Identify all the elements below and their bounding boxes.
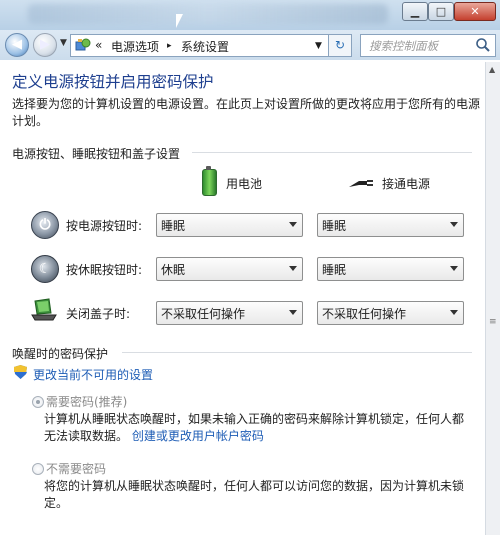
sleep-button-battery-select[interactable]: 休眠 <box>156 257 303 281</box>
search-icon[interactable] <box>475 37 491 53</box>
address-bar[interactable]: « 电源选项 ▸ 系统设置 ▼ <box>70 34 352 57</box>
breadcrumb-system-settings[interactable]: 系统设置 <box>181 38 229 55</box>
require-password-radio[interactable] <box>32 396 44 408</box>
require-password-label: 需要密码(推荐) <box>46 395 128 409</box>
close-button[interactable]: ✕ <box>454 2 496 21</box>
breadcrumb-overflow[interactable]: « <box>95 38 102 52</box>
chevron-down-icon <box>289 310 297 315</box>
laptop-lid-icon <box>31 298 57 321</box>
sleep-button-icon: ☾ <box>31 255 59 283</box>
control-panel-icon <box>75 38 91 51</box>
blurred-title-area <box>28 4 388 24</box>
vertical-scrollbar[interactable]: ▲ ≡ <box>485 62 500 535</box>
chevron-down-icon <box>289 266 297 271</box>
create-password-link[interactable]: 创建或更改用户帐户密码 <box>132 429 264 443</box>
select-value: 不采取任何操作 <box>322 307 407 321</box>
section-heading-password: 唤醒时的密码保护 <box>12 347 109 361</box>
address-dropdown-icon[interactable]: ▼ <box>315 41 322 51</box>
search-box[interactable]: 搜索控制面板 <box>360 34 496 57</box>
no-password-radio[interactable] <box>32 463 44 475</box>
back-button[interactable]: ◀ <box>5 33 29 57</box>
chevron-down-icon <box>450 266 458 271</box>
no-password-description: 将您的计算机从睡眠状态唤醒时，任何人都可以访问您的数据，因为计算机未锁定。 <box>44 479 465 510</box>
minimize-button[interactable]: ▁ <box>402 2 428 21</box>
row-label-close-lid: 关闭盖子时: <box>66 307 131 321</box>
scrollbar-grip-icon[interactable]: ≡ <box>489 317 497 327</box>
navigation-bar: ◀ ▶ ▼ « 电源选项 ▸ 系统设置 ▼ ↻ 搜索控制面板 <box>0 30 500 60</box>
select-value: 睡眠 <box>161 219 186 233</box>
refresh-button[interactable]: ↻ <box>328 34 352 57</box>
search-input[interactable]: 搜索控制面板 <box>369 38 438 54</box>
power-button-battery-select[interactable]: 睡眠 <box>156 213 303 237</box>
close-lid-battery-select[interactable]: 不采取任何操作 <box>156 301 303 325</box>
scroll-up-icon[interactable]: ▲ <box>489 65 495 74</box>
uac-shield-icon <box>14 365 27 379</box>
select-value: 睡眠 <box>322 219 347 233</box>
breadcrumb-separator-icon[interactable]: ▸ <box>167 41 172 51</box>
battery-icon <box>202 166 217 196</box>
recent-pages-dropdown-icon[interactable]: ▼ <box>60 38 67 48</box>
chevron-down-icon <box>450 310 458 315</box>
section-heading-buttons: 电源按钮、睡眠按钮和盖子设置 <box>12 147 181 161</box>
change-unavailable-settings-link[interactable]: 更改当前不可用的设置 <box>33 366 153 383</box>
select-value: 休眠 <box>161 263 186 277</box>
window-title-bar: ▁ □ ✕ <box>0 0 500 30</box>
page-description: 选择要为您的计算机设置的电源设置。在此页上对设置所做的更改将应用于您所有的电源计… <box>12 97 481 128</box>
require-password-description: 计算机从睡眠状态唤醒时，如果未输入正确的密码来解除计算机锁定，任何人都无法读取数… <box>44 411 474 445</box>
section-divider <box>192 152 472 153</box>
page-title: 定义电源按钮并启用密码保护 <box>12 73 214 91</box>
select-value: 睡眠 <box>322 263 347 277</box>
close-lid-plugged-select[interactable]: 不采取任何操作 <box>317 301 464 325</box>
column-header-battery: 用电池 <box>226 177 263 191</box>
chevron-down-icon <box>450 222 458 227</box>
power-button-plugged-select[interactable]: 睡眠 <box>317 213 464 237</box>
mouse-cursor-icon <box>176 14 183 28</box>
select-value: 不采取任何操作 <box>161 307 246 321</box>
row-label-sleep-button: 按休眠按钮时: <box>66 263 143 277</box>
main-content: 定义电源按钮并启用密码保护 选择要为您的计算机设置的电源设置。在此页上对设置所做… <box>4 62 484 535</box>
sleep-button-plugged-select[interactable]: 睡眠 <box>317 257 464 281</box>
section-divider <box>122 352 472 353</box>
breadcrumb-power-options[interactable]: 电源选项 <box>111 38 159 55</box>
forward-button[interactable]: ▶ <box>33 33 57 57</box>
power-plug-icon <box>349 180 373 187</box>
column-header-plugged-in: 接通电源 <box>382 177 431 191</box>
power-button-icon: ⏻ <box>31 211 59 239</box>
row-label-power-button: 按电源按钮时: <box>66 219 143 233</box>
no-password-label: 不需要密码 <box>46 462 107 476</box>
chevron-down-icon <box>289 222 297 227</box>
maximize-button[interactable]: □ <box>428 2 454 21</box>
